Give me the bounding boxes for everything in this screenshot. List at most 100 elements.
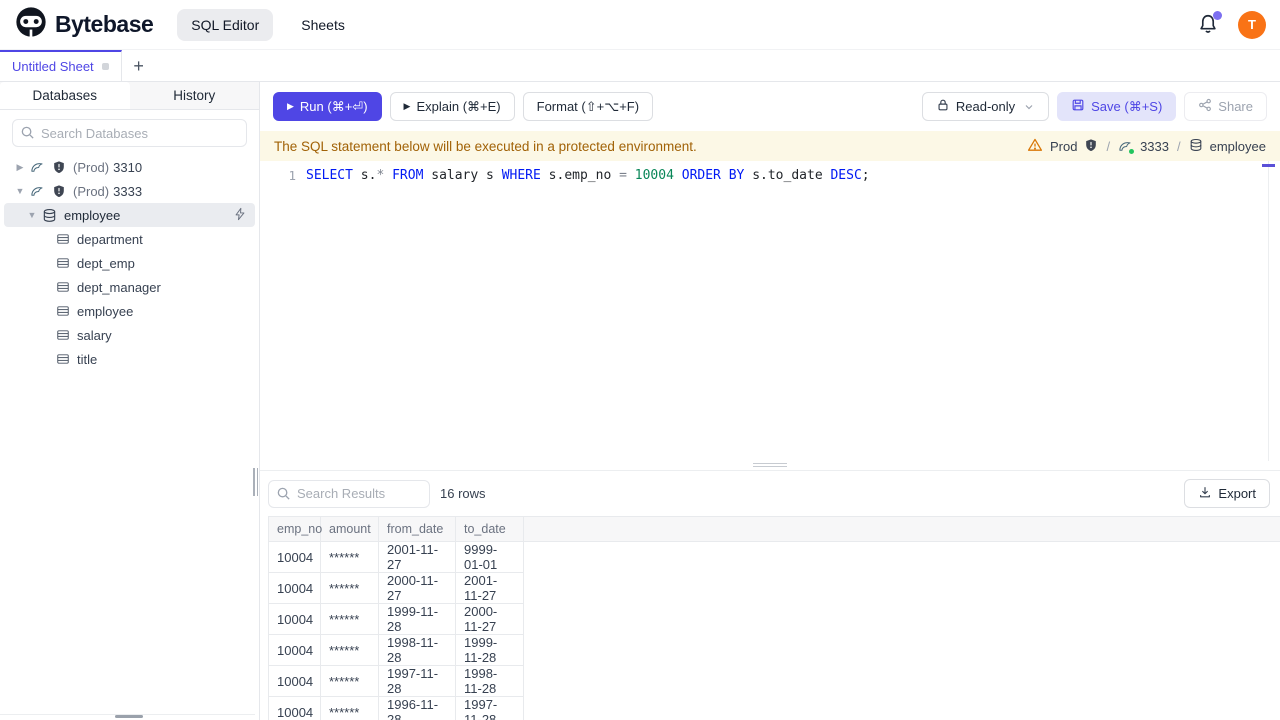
- results-table-container[interactable]: emp_no amount from_date to_date 10004 ***…: [260, 516, 1280, 720]
- brand-name: Bytebase: [55, 11, 154, 37]
- table-name: title: [77, 351, 98, 367]
- table-icon: [56, 352, 70, 366]
- download-icon: [1198, 485, 1212, 502]
- results-table: emp_no amount from_date to_date 10004 ***…: [268, 516, 1280, 720]
- scrollbar-thumb[interactable]: [115, 715, 143, 718]
- export-button[interactable]: Export: [1184, 479, 1270, 508]
- lightning-icon: [233, 207, 247, 224]
- tree-table-dept-emp[interactable]: dept_emp: [0, 251, 259, 275]
- search-icon: [20, 125, 35, 145]
- user-avatar[interactable]: T: [1238, 10, 1266, 39]
- tab-databases[interactable]: Databases: [0, 82, 130, 109]
- format-button[interactable]: Format (⇧+⌥+F): [522, 92, 654, 121]
- database-tree: ▶ (Prod) 3310 ▼ (Prod) 3333 ▼ employee d…: [0, 153, 259, 720]
- table-row[interactable]: 10004 ****** 1999-11-28 2000-11-27: [268, 603, 1280, 635]
- table-row[interactable]: 10004 ****** 2001-11-27 9999-01-01: [268, 541, 1280, 573]
- sql-editor[interactable]: 1 SELECT s.* FROM salary s WHERE s.emp_n…: [260, 161, 1280, 461]
- sidebar-tabs: Databases History: [0, 82, 259, 110]
- filler-header: [523, 516, 1280, 542]
- table-name: dept_manager: [77, 279, 161, 295]
- connection-status-dot: [1129, 148, 1135, 154]
- save-button[interactable]: Save (⌘+S): [1057, 92, 1177, 121]
- brand-logo[interactable]: Bytebase: [14, 5, 154, 44]
- mysql-icon: [1118, 139, 1135, 154]
- instance-label: 3333: [1140, 138, 1169, 154]
- results-search: [268, 479, 430, 508]
- notifications-button[interactable]: [1196, 10, 1222, 38]
- play-icon: ▶: [287, 101, 294, 111]
- table-name: salary: [77, 327, 112, 343]
- instance-env-label: (Prod): [73, 183, 110, 199]
- tree-table-dept-manager[interactable]: dept_manager: [0, 275, 259, 299]
- sidebar-horizontal-scrollbar[interactable]: [0, 714, 255, 718]
- table-icon: [56, 304, 70, 318]
- row-count: 16 rows: [440, 486, 486, 501]
- column-header[interactable]: amount: [320, 516, 379, 542]
- table-name: dept_emp: [77, 255, 135, 271]
- table-row[interactable]: 10004 ****** 1997-11-28 1998-11-28: [268, 665, 1280, 697]
- new-sheet-button[interactable]: +: [122, 50, 156, 81]
- notification-badge: [1213, 10, 1222, 20]
- results-resize-handle[interactable]: [260, 461, 1280, 470]
- search-databases-input[interactable]: [12, 119, 247, 147]
- mysql-icon: [30, 184, 45, 199]
- share-button[interactable]: Share: [1184, 92, 1267, 121]
- tree-database-employee[interactable]: ▼ employee: [4, 203, 255, 227]
- sql-statement: SELECT s.* FROM salary s WHERE s.emp_no …: [306, 167, 870, 183]
- top-nav: SQL Editor Sheets: [177, 8, 359, 41]
- tree-instance-3310[interactable]: ▶ (Prod) 3310: [0, 155, 259, 179]
- editor-toolbar: ▶ Run (⌘+⏎) ▶ Explain (⌘+E) Format (⇧+⌥+…: [260, 82, 1280, 131]
- results-panel: 16 rows Export: [260, 470, 1280, 720]
- caret-down-icon[interactable]: ▼: [26, 210, 38, 220]
- mysql-icon: [30, 160, 45, 175]
- column-header[interactable]: emp_no: [268, 516, 322, 542]
- table-row[interactable]: 10004 ****** 2000-11-27 2001-11-27: [268, 572, 1280, 604]
- unsaved-indicator: [101, 63, 109, 70]
- environment-shield-icon: [52, 184, 66, 198]
- run-button[interactable]: ▶ Run (⌘+⏎): [273, 92, 382, 121]
- database-icon: [42, 208, 57, 223]
- nav-sheets[interactable]: Sheets: [287, 9, 359, 41]
- table-icon: [56, 256, 70, 270]
- table-row[interactable]: 10004 ****** 1998-11-28 1999-11-28: [268, 634, 1280, 666]
- main-panel: ▶ Run (⌘+⏎) ▶ Explain (⌘+E) Format (⇧+⌥+…: [260, 82, 1280, 720]
- breadcrumb-separator: /: [1177, 138, 1181, 154]
- bell-icon: [1197, 14, 1219, 38]
- sheet-tab-untitled[interactable]: Untitled Sheet: [0, 50, 122, 81]
- instance-name: 3333: [113, 183, 143, 199]
- instance-env-label: (Prod): [73, 159, 110, 175]
- table-icon: [56, 280, 70, 294]
- tab-history[interactable]: History: [130, 82, 260, 109]
- search-results-input[interactable]: [268, 479, 430, 508]
- column-header[interactable]: from_date: [378, 516, 456, 542]
- tree-table-salary[interactable]: salary: [0, 323, 259, 347]
- tree-table-title[interactable]: title: [0, 347, 259, 371]
- explain-button[interactable]: ▶ Explain (⌘+E): [389, 92, 515, 121]
- panel-resize-handle[interactable]: [253, 468, 261, 496]
- column-header[interactable]: to_date: [455, 516, 524, 542]
- plus-icon: +: [133, 55, 144, 76]
- readonly-mode-dropdown[interactable]: Read-only: [921, 92, 1050, 121]
- environment-shield-icon: [1084, 138, 1098, 155]
- bytebase-logo-icon: [14, 5, 48, 44]
- tree-table-employee[interactable]: employee: [0, 299, 259, 323]
- play-icon: ▶: [403, 101, 411, 111]
- breadcrumb-separator: /: [1106, 138, 1111, 154]
- caret-right-icon[interactable]: ▶: [14, 162, 26, 173]
- table-row[interactable]: 10004 ****** 1996-11-28 1997-11-28: [268, 696, 1280, 720]
- database-search: [12, 119, 247, 147]
- table-header-row: emp_no amount from_date to_date: [268, 516, 1280, 542]
- protected-environment-banner: The SQL statement below will be executed…: [260, 131, 1280, 161]
- search-icon: [276, 486, 291, 506]
- chevron-down-icon: [1023, 101, 1035, 113]
- sheet-tab-label: Untitled Sheet: [12, 59, 94, 74]
- caret-down-icon[interactable]: ▼: [14, 186, 26, 196]
- tree-instance-3333[interactable]: ▼ (Prod) 3333: [0, 179, 259, 203]
- sidebar: Databases History ▶: [0, 82, 260, 720]
- header-actions: T: [1196, 10, 1266, 39]
- quick-action-button[interactable]: [233, 207, 247, 224]
- database-name: employee: [64, 207, 121, 223]
- code-line[interactable]: 1 SELECT s.* FROM salary s WHERE s.emp_n…: [260, 165, 1280, 185]
- nav-sql-editor[interactable]: SQL Editor: [177, 8, 274, 41]
- tree-table-department[interactable]: department: [0, 227, 259, 251]
